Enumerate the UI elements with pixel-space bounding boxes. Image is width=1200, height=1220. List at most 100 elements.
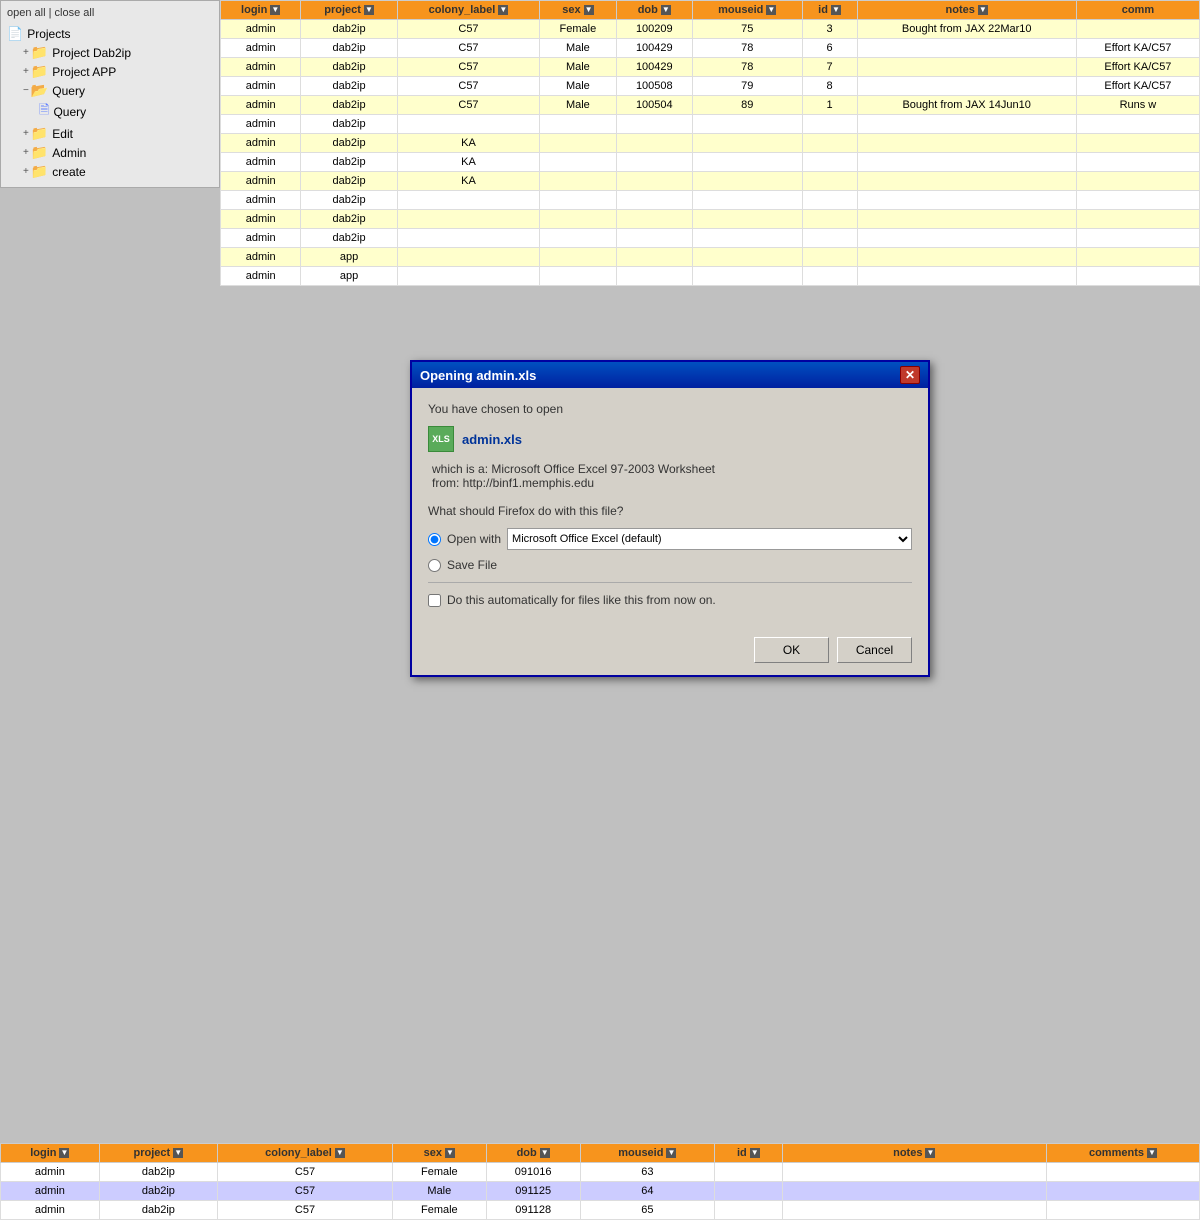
expand-icon: + <box>23 128 29 139</box>
col-id-b[interactable]: id▼ <box>715 1144 783 1163</box>
col-colony-label[interactable]: colony_label▼ <box>397 1 539 20</box>
dialog-message: You have chosen to open <box>428 402 912 416</box>
col-sex-b[interactable]: sex▼ <box>392 1144 486 1163</box>
col-mouseid[interactable]: mouseid▼ <box>693 1 803 20</box>
save-file-radio[interactable] <box>428 559 441 572</box>
table-row: admindab2ipC57Male100429787Effort KA/C57 <box>221 58 1200 77</box>
col-dob-b[interactable]: dob▼ <box>486 1144 580 1163</box>
sort-icon-mouseid: ▼ <box>766 5 776 15</box>
sort-icon-login-b: ▼ <box>59 1148 69 1158</box>
save-file-option: Save File <box>428 558 912 572</box>
expand-icon: + <box>23 47 29 58</box>
sort-icon-dob-b: ▼ <box>540 1148 550 1158</box>
sidebar-item-label: Admin <box>52 146 86 160</box>
sidebar-item-label: create <box>52 165 85 179</box>
table-row: adminapp <box>221 248 1200 267</box>
close-all-link[interactable]: close all <box>55 7 95 19</box>
sidebar-item-label: Query <box>53 105 86 119</box>
sort-icon-comments-b: ▼ <box>1147 1148 1157 1158</box>
table-row: admindab2ipC57Female09101663 <box>1 1163 1200 1182</box>
open-all-link[interactable]: open all <box>7 7 46 19</box>
file-icon-text: XLS <box>432 434 450 444</box>
sort-icon-login: ▼ <box>270 5 280 15</box>
sort-icon-notes: ▼ <box>978 5 988 15</box>
col-comments[interactable]: comm <box>1076 1 1199 20</box>
sidebar-item-project-dab2ip[interactable]: + 📁 Project Dab2ip <box>23 43 213 62</box>
sidebar-item-admin[interactable]: + 📁 Admin <box>23 143 213 162</box>
sidebar-item-create[interactable]: + 📁 create <box>23 162 213 181</box>
col-mouseid-b[interactable]: mouseid▼ <box>580 1144 714 1163</box>
folder-open-icon: 📂 <box>31 82 48 99</box>
file-source-line: from: http://binf1.memphis.edu <box>432 476 912 490</box>
expand-icon: − <box>23 85 29 96</box>
file-open-dialog: Opening admin.xls ✕ You have chosen to o… <box>410 360 930 677</box>
open-with-radio[interactable] <box>428 533 441 546</box>
sidebar-item-query-item[interactable]: 🗎 Query <box>39 100 213 124</box>
bottom-table-area: login▼ project▼ colony_label▼ sex▼ dob▼ … <box>0 1143 1200 1220</box>
sort-icon-project-b: ▼ <box>173 1148 183 1158</box>
top-data-table: login▼ project▼ colony_label▼ sex▼ dob▼ … <box>220 0 1200 286</box>
bottom-data-table: login▼ project▼ colony_label▼ sex▼ dob▼ … <box>0 1143 1200 1220</box>
sidebar-item-label: Project Dab2ip <box>52 46 131 60</box>
dialog-body: You have chosen to open XLS admin.xls wh… <box>412 388 928 629</box>
sort-icon-sex-b: ▼ <box>445 1148 455 1158</box>
sidebar-toplinks: open all | close all <box>7 7 213 19</box>
sidebar-item-project-app[interactable]: + 📁 Project APP <box>23 62 213 81</box>
col-login-b[interactable]: login▼ <box>1 1144 100 1163</box>
sidebar-item-label: Query <box>52 84 85 98</box>
save-file-label: Save File <box>447 558 497 572</box>
col-colony-b[interactable]: colony_label▼ <box>218 1144 393 1163</box>
sort-icon-sex: ▼ <box>584 5 594 15</box>
table-row: admindab2ip <box>221 191 1200 210</box>
auto-checkbox[interactable] <box>428 594 441 607</box>
sidebar-item-label: Project APP <box>52 65 116 79</box>
col-project[interactable]: project▼ <box>301 1 397 20</box>
table-row: admindab2ipC57Male100508798Effort KA/C57 <box>221 77 1200 96</box>
table-row: admindab2ip <box>221 210 1200 229</box>
col-sex[interactable]: sex▼ <box>540 1 616 20</box>
open-with-label: Open with <box>447 532 501 546</box>
application-dropdown[interactable]: Microsoft Office Excel (default) <box>507 528 912 550</box>
sidebar-item-projects[interactable]: 📄 Projects <box>7 25 213 43</box>
table-row: admindab2ipC57Male09112564 <box>1 1182 1200 1201</box>
folder-icon: 📁 <box>31 125 48 142</box>
sidebar-item-label: Projects <box>27 27 70 41</box>
dialog-title: Opening admin.xls <box>420 368 536 383</box>
folder-icon: 📁 <box>31 44 48 61</box>
folder-icon: 📁 <box>31 163 48 180</box>
sort-icon-id-b: ▼ <box>750 1148 760 1158</box>
cancel-button[interactable]: Cancel <box>837 637 912 663</box>
projects-icon: 📄 <box>7 26 23 42</box>
table-row: admindab2ipC57Female100209753Bought from… <box>221 20 1200 39</box>
col-login[interactable]: login▼ <box>221 1 301 20</box>
table-row: admindab2ip <box>221 229 1200 248</box>
dialog-question: What should Firefox do with this file? <box>428 504 912 518</box>
col-id[interactable]: id▼ <box>802 1 857 20</box>
sidebar-item-query-folder[interactable]: − 📂 Query <box>23 81 213 100</box>
col-notes[interactable]: notes▼ <box>857 1 1076 20</box>
table-row: admindab2ipC57Female09112865 <box>1 1201 1200 1220</box>
sort-icon-colony-b: ▼ <box>335 1148 345 1158</box>
top-table-area: login▼ project▼ colony_label▼ sex▼ dob▼ … <box>220 0 1200 286</box>
table-row: admindab2ip <box>221 115 1200 134</box>
file-type-info: which is a: Microsoft Office Excel 97-20… <box>432 462 912 490</box>
table-row: admindab2ipC57Male100429786Effort KA/C57 <box>221 39 1200 58</box>
expand-icon: + <box>23 66 29 77</box>
col-comments-b[interactable]: comments▼ <box>1046 1144 1199 1163</box>
file-type-icon: XLS <box>428 426 454 452</box>
file-info-row: XLS admin.xls <box>428 426 912 452</box>
sort-icon-project: ▼ <box>364 5 374 15</box>
dialog-close-button[interactable]: ✕ <box>900 366 920 384</box>
table-row: admindab2ipKA <box>221 134 1200 153</box>
auto-label: Do this automatically for files like thi… <box>447 593 716 607</box>
col-dob[interactable]: dob▼ <box>616 1 692 20</box>
col-project-b[interactable]: project▼ <box>99 1144 217 1163</box>
dialog-titlebar: Opening admin.xls ✕ <box>412 362 928 388</box>
expand-icon: + <box>23 166 29 177</box>
file-name-label: admin.xls <box>462 432 522 447</box>
sidebar-item-edit[interactable]: + 📁 Edit <box>23 124 213 143</box>
col-notes-b[interactable]: notes▼ <box>782 1144 1046 1163</box>
folder-icon: 📁 <box>31 144 48 161</box>
ok-button[interactable]: OK <box>754 637 829 663</box>
dialog-footer: OK Cancel <box>412 629 928 675</box>
